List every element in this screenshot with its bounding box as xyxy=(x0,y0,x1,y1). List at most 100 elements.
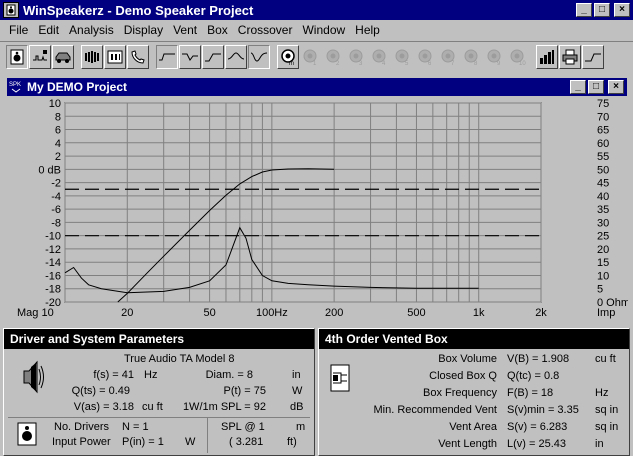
driver-slot-3-button[interactable]: 3 xyxy=(346,44,368,69)
box-panel-header: 4th Order Vented Box xyxy=(319,329,629,349)
y2-tick-label: 25 xyxy=(597,231,609,243)
box-param-value[interactable]: S(v)min = 3.35 xyxy=(507,404,579,416)
y2-tick-label: 75 xyxy=(597,98,609,110)
y-tick-label: -18 xyxy=(45,284,61,296)
driver-slot-10-button[interactable]: 10 xyxy=(507,44,529,69)
child-minimize-button[interactable]: _ xyxy=(570,80,586,94)
minimize-button[interactable]: _ xyxy=(576,3,592,17)
menu-analysis[interactable]: Analysis xyxy=(64,23,119,37)
maximize-button[interactable]: □ xyxy=(594,3,610,17)
svg-text:1: 1 xyxy=(313,61,317,66)
input-power-value[interactable]: P(in) = 1 xyxy=(122,436,164,448)
app-icon[interactable] xyxy=(3,2,19,18)
app-title-bar[interactable]: WinSpeakerz - Demo Speaker Project _ □ × xyxy=(0,0,633,20)
probe-button[interactable]: m xyxy=(277,44,299,69)
amplifier-button[interactable] xyxy=(104,44,126,69)
svg-text:8: 8 xyxy=(474,61,478,66)
box-param-value[interactable]: S(v) = 6.283 xyxy=(507,421,567,433)
driver-slot-7-button[interactable]: 7 xyxy=(438,44,460,69)
driver-slot-9-button[interactable]: 9 xyxy=(484,44,506,69)
y2-tick-label: 60 xyxy=(597,138,609,150)
input-power-unit: W xyxy=(185,436,196,448)
menu-crossover[interactable]: Crossover xyxy=(233,23,298,37)
amplifier-icon xyxy=(107,50,123,63)
y-tick-label: -2 xyxy=(51,178,61,190)
project-window-title-bar[interactable]: SPK My DEMO Project _ □ × xyxy=(7,78,627,96)
menu-window[interactable]: Window xyxy=(297,23,350,37)
menu-help[interactable]: Help xyxy=(350,23,385,37)
box-param-label: Box Volume xyxy=(438,353,497,365)
close-button[interactable]: × xyxy=(614,3,630,17)
print-icon xyxy=(562,49,578,64)
y2-unit-label: Imp xyxy=(597,307,615,319)
y2-tick-label: 70 xyxy=(597,111,609,123)
svg-text:6: 6 xyxy=(428,61,432,66)
notch-curve-icon xyxy=(227,51,245,59)
bar-graph-button[interactable] xyxy=(536,44,558,69)
bandpass-curve-button[interactable] xyxy=(179,44,201,69)
x-tick-label: 500 xyxy=(407,307,425,319)
car-icon xyxy=(55,52,71,63)
y-tick-label: -4 xyxy=(51,191,61,203)
step-curve-button[interactable] xyxy=(582,44,604,69)
box-param-label: Min. Recommended Vent xyxy=(373,404,497,416)
vas-value: V(as) = 3.18 xyxy=(73,401,134,413)
box-param-label: Closed Box Q xyxy=(429,370,497,382)
child-close-button[interactable]: × xyxy=(608,80,624,94)
x-tick-label: 1k xyxy=(473,307,485,319)
response-graph[interactable]: 10 8 6 4 2 0 dB -2 -4 -6 -8 -10 -12 -14 -16 -18 -20 75 7… xyxy=(5,98,630,322)
box-param-label: Vent Area xyxy=(449,421,497,433)
lowpass-curve-button[interactable] xyxy=(156,44,178,69)
y2-tick-label: 40 xyxy=(597,191,609,203)
svg-text:3: 3 xyxy=(359,61,363,66)
box-param-value[interactable]: L(v) = 25.43 xyxy=(507,438,566,450)
y-tick-label: 0 dB xyxy=(38,164,61,176)
toolbar: m 1 2 3 4 5 6 7 8 9 10 xyxy=(0,41,633,71)
driver-button[interactable] xyxy=(6,44,28,69)
driver-slot-6-button[interactable]: 6 xyxy=(415,44,437,69)
num-drivers-label: No. Drivers xyxy=(54,421,110,433)
speaker-array-icon xyxy=(85,50,99,63)
y2-tick-label: 30 xyxy=(597,217,609,229)
box-param-unit: sq in xyxy=(595,404,619,416)
x-tick-label: 200 xyxy=(325,307,343,319)
phone-button[interactable] xyxy=(127,44,149,69)
pt-value: P(t) = 75 xyxy=(223,385,267,397)
box-param-unit: Hz xyxy=(595,387,609,399)
svg-text:7: 7 xyxy=(451,61,455,66)
menu-vent[interactable]: Vent xyxy=(168,23,202,37)
y-tick-label: -12 xyxy=(45,244,61,256)
bandpass-curve-icon xyxy=(182,53,198,61)
spl-distance-unit: m xyxy=(296,421,306,433)
box-param-value[interactable]: V(B) = 1.908 xyxy=(507,353,569,365)
menu-display[interactable]: Display xyxy=(119,23,168,37)
car-button[interactable] xyxy=(52,44,74,69)
svg-text:4: 4 xyxy=(382,61,386,66)
qts-value: Q(ts) = 0.49 xyxy=(71,385,130,397)
driver-slot-2-button[interactable]: 2 xyxy=(323,44,345,69)
vented-curve-button[interactable] xyxy=(248,44,270,69)
driver-slot-4-button[interactable]: 4 xyxy=(369,44,391,69)
speaker-array-button[interactable] xyxy=(81,44,103,69)
driver-slot-1-button[interactable]: 1 xyxy=(300,44,322,69)
notch-curve-button[interactable] xyxy=(225,44,247,69)
box-param-label: Vent Length xyxy=(438,438,497,450)
box-param-value[interactable]: Q(tc) = 0.8 xyxy=(507,370,559,382)
spk-window-icon: SPK xyxy=(9,80,23,94)
x-tick-label: Mag 10 xyxy=(17,307,54,319)
child-maximize-button[interactable]: □ xyxy=(588,80,604,94)
box-param-value[interactable]: F(B) = 18 xyxy=(507,387,553,399)
filter-network-button[interactable] xyxy=(29,44,51,69)
menu-edit[interactable]: Edit xyxy=(33,23,64,37)
menu-file[interactable]: File xyxy=(4,23,33,37)
spl-distance-value[interactable]: SPL @ 1 xyxy=(221,421,265,433)
driver-panel-header: Driver and System Parameters xyxy=(4,329,314,349)
num-drivers-value[interactable]: N = 1 xyxy=(122,421,149,433)
print-button[interactable] xyxy=(559,44,581,69)
menu-box[interactable]: Box xyxy=(202,23,233,37)
spl-value: 1W/1m SPL = 92 xyxy=(182,401,266,413)
driver-slot-5-button[interactable]: 5 xyxy=(392,44,414,69)
highpass-curve-button[interactable] xyxy=(202,44,224,69)
driver-slot-6-icon: 6 xyxy=(418,49,432,66)
driver-slot-8-button[interactable]: 8 xyxy=(461,44,483,69)
